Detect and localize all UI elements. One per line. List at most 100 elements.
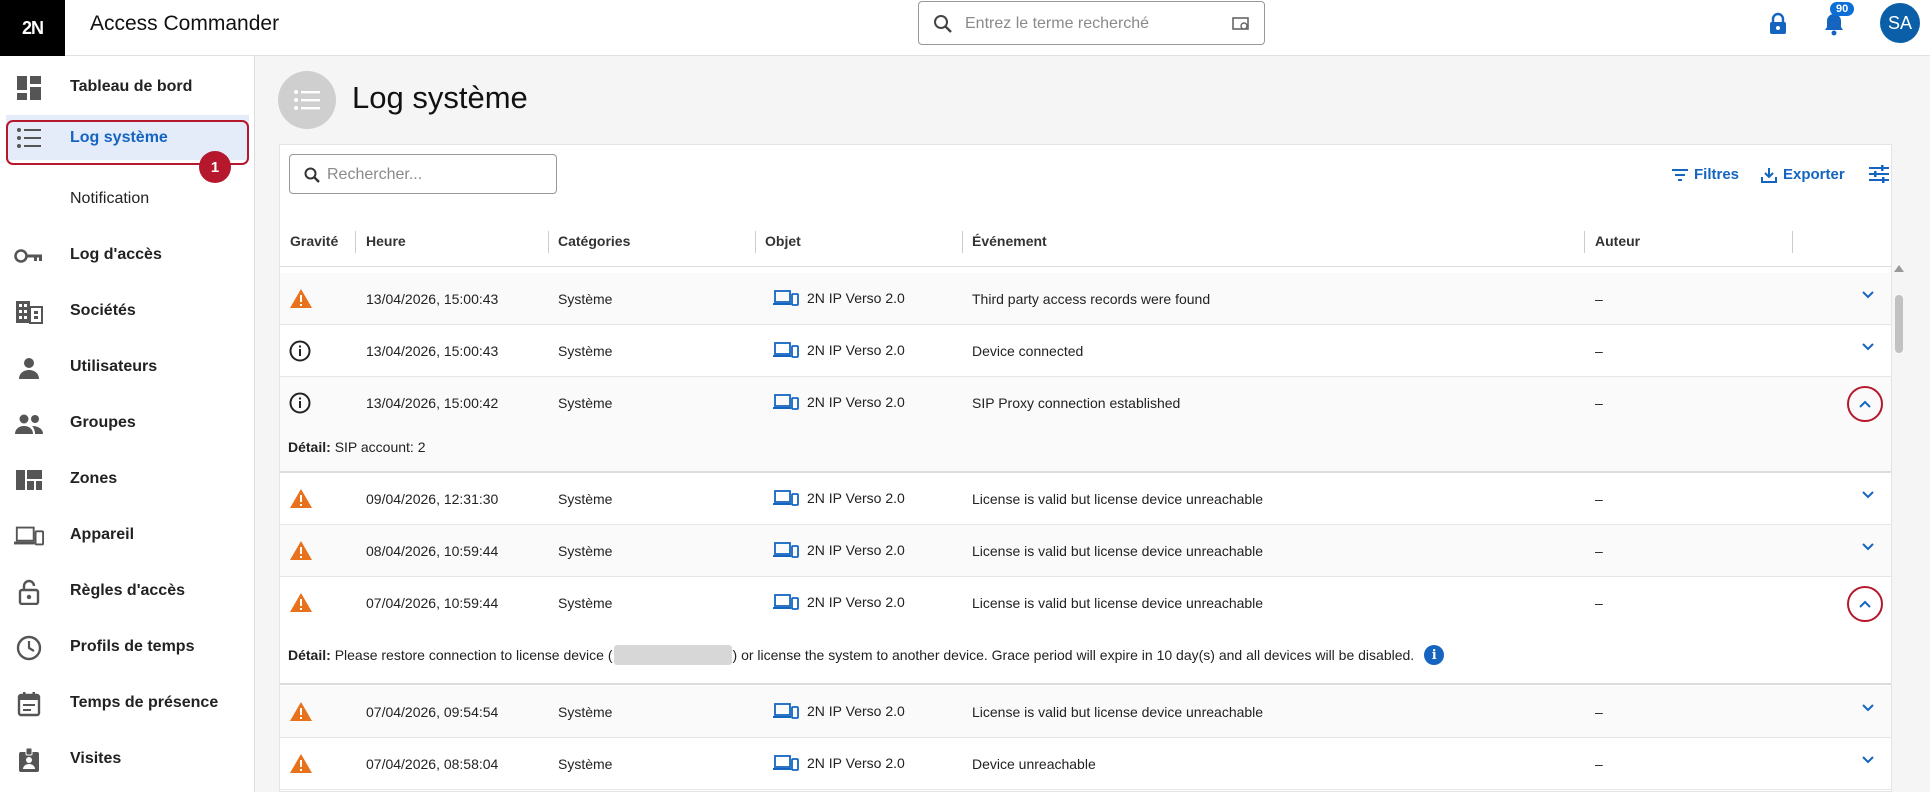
table-row[interactable]: 13/04/2026, 15:00:43 Système 2N IP Verso…: [280, 325, 1891, 377]
sidebar-item-companies[interactable]: Sociétés: [0, 283, 255, 339]
column-severity[interactable]: Gravité: [290, 233, 338, 249]
object-name: 2N IP Verso 2.0: [807, 394, 905, 410]
chevron-down-icon[interactable]: [1862, 343, 1874, 351]
column-divider: [1792, 231, 1793, 253]
column-event[interactable]: Événement: [972, 233, 1047, 249]
table-row[interactable]: 07/04/2026, 10:59:44 Système 2N IP Verso…: [280, 577, 1891, 629]
global-search-placeholder: Entrez le terme recherché: [965, 15, 1150, 32]
sidebar-item-label: Règles d'accès: [70, 582, 185, 599]
collapse-button[interactable]: [1847, 586, 1883, 622]
device-icon: [773, 394, 799, 410]
collapse-button[interactable]: [1847, 386, 1883, 422]
sidebar-item-visits[interactable]: Visites: [0, 731, 255, 787]
key-icon: [14, 243, 44, 269]
log-search-input[interactable]: Rechercher...: [289, 154, 557, 194]
device-icon: [773, 342, 799, 358]
sidebar-item-label: Log d'accès: [70, 246, 162, 263]
table-scrollbar[interactable]: [1893, 263, 1905, 792]
person-icon: [14, 355, 44, 381]
sidebar-item-label: Tableau de bord: [70, 78, 193, 95]
table-row[interactable]: 13/04/2026, 15:00:42 Système 2N IP Verso…: [280, 377, 1891, 429]
sidebar-item-dashboard[interactable]: Tableau de bord: [0, 59, 255, 115]
category-cell: Système: [558, 543, 613, 559]
sidebar-item-access-rules[interactable]: Règles d'accès: [0, 563, 255, 619]
table-header: Gravité Heure Catégories Objet Événement…: [280, 215, 1891, 267]
object-name: 2N IP Verso 2.0: [807, 703, 905, 719]
lock-icon[interactable]: [1768, 12, 1788, 36]
chevron-down-icon[interactable]: [1862, 704, 1874, 712]
event-cell: License is valid but license device unre…: [972, 543, 1264, 559]
zones-icon: [14, 467, 44, 493]
warning-icon: [290, 702, 312, 721]
table-row[interactable]: 07/04/2026, 08:58:04 Système 2N IP Verso…: [280, 738, 1891, 790]
chevron-down-icon[interactable]: [1862, 756, 1874, 764]
column-object[interactable]: Objet: [765, 233, 801, 249]
author-cell: –: [1595, 291, 1603, 307]
detail-label: Détail:: [288, 439, 331, 455]
filters-button[interactable]: Filtres: [1672, 166, 1739, 183]
sidebar-item-label: Utilisateurs: [70, 358, 158, 375]
object-cell[interactable]: 2N IP Verso 2.0: [773, 341, 905, 359]
object-cell[interactable]: 2N IP Verso 2.0: [773, 754, 905, 772]
sidebar-item-devices[interactable]: Appareil: [0, 507, 255, 563]
page-list-icon: [278, 71, 336, 129]
download-icon: [1761, 167, 1777, 183]
object-cell[interactable]: 2N IP Verso 2.0: [773, 393, 905, 411]
author-cell: –: [1595, 343, 1603, 359]
sidebar-item-time-profiles[interactable]: Profils de temps: [0, 619, 255, 675]
sidebar-item-label: Profils de temps: [70, 638, 195, 655]
clock-icon: [14, 635, 44, 661]
table-row[interactable]: 08/04/2026, 10:59:44 Système 2N IP Verso…: [280, 525, 1891, 577]
warning-icon: [290, 289, 312, 308]
chevron-down-icon[interactable]: [1862, 491, 1874, 499]
export-button[interactable]: Exporter: [1761, 166, 1845, 183]
chevron-down-icon[interactable]: [1862, 291, 1874, 299]
category-cell: Système: [558, 595, 613, 611]
object-cell[interactable]: 2N IP Verso 2.0: [773, 702, 905, 720]
column-category[interactable]: Catégories: [558, 233, 630, 249]
device-icon: [773, 703, 799, 719]
column-settings-icon[interactable]: [1869, 165, 1889, 183]
page-title: Log système: [352, 80, 528, 115]
time-cell: 13/04/2026, 15:00:42: [366, 395, 499, 411]
calendar-icon: [14, 691, 44, 717]
object-cell[interactable]: 2N IP Verso 2.0: [773, 289, 905, 307]
warning-icon: [290, 489, 312, 508]
object-cell[interactable]: 2N IP Verso 2.0: [773, 593, 905, 611]
sidebar-item-attendance[interactable]: Temps de présence: [0, 675, 255, 731]
global-search-input[interactable]: Entrez le terme recherché: [918, 1, 1265, 45]
chevron-down-icon[interactable]: [1862, 543, 1874, 551]
detail-text-after: ) or license the system to another devic…: [732, 647, 1415, 663]
object-cell[interactable]: 2N IP Verso 2.0: [773, 489, 905, 507]
search-icon: [934, 15, 952, 33]
info-icon[interactable]: i: [1424, 645, 1445, 665]
app-title: Access Commander: [90, 12, 280, 35]
sidebar-item-users[interactable]: Utilisateurs: [0, 339, 255, 395]
row-detail: Détail: Please restore connection to lic…: [280, 629, 1891, 685]
object-cell[interactable]: 2N IP Verso 2.0: [773, 541, 905, 559]
search-scope-icon[interactable]: [1232, 16, 1250, 32]
redacted-device-name: [613, 645, 732, 665]
event-cell: Device connected: [972, 343, 1084, 359]
app-logo[interactable]: 2N: [0, 0, 65, 56]
sidebar-item-label: Temps de présence: [70, 694, 219, 711]
category-cell: Système: [558, 343, 613, 359]
column-divider: [355, 231, 356, 253]
column-time[interactable]: Heure: [366, 233, 406, 249]
column-author[interactable]: Auteur: [1595, 233, 1640, 249]
table-row[interactable]: 07/04/2026, 09:54:54 Système 2N IP Verso…: [280, 686, 1891, 738]
sidebar-item-groups[interactable]: Groupes: [0, 395, 255, 451]
user-avatar[interactable]: SA: [1880, 3, 1920, 43]
warning-icon: [290, 541, 312, 560]
sidebar-item-access-log[interactable]: Log d'accès: [0, 227, 255, 283]
sidebar-item-label: Visites: [70, 750, 122, 767]
table-row[interactable]: 09/04/2026, 12:31:30 Système 2N IP Verso…: [280, 473, 1891, 525]
sidebar-item-zones[interactable]: Zones: [0, 451, 255, 507]
detail-label: Détail:: [288, 647, 331, 663]
category-cell: Système: [558, 291, 613, 307]
scrollbar-thumb[interactable]: [1895, 295, 1903, 353]
scroll-up-arrow[interactable]: [1894, 265, 1904, 272]
category-cell: Système: [558, 756, 613, 772]
log-search-placeholder: Rechercher...: [327, 166, 423, 183]
table-row[interactable]: 13/04/2026, 15:00:43 Système 2N IP Verso…: [280, 273, 1891, 325]
